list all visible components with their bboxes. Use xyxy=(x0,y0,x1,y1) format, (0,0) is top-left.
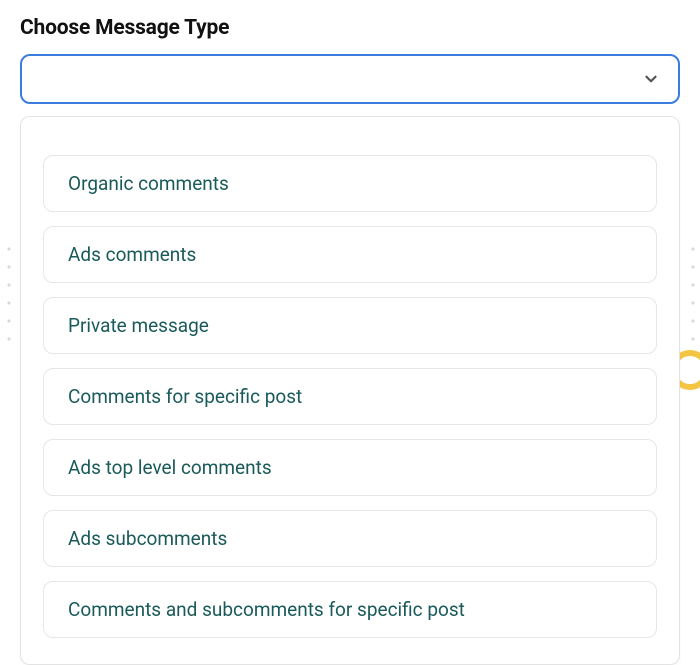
option-ads-top-level-comments[interactable]: Ads top level comments xyxy=(43,439,657,496)
option-organic-comments[interactable]: Organic comments xyxy=(43,155,657,212)
option-private-message[interactable]: Private message xyxy=(43,297,657,354)
option-label: Private message xyxy=(68,314,209,337)
message-type-select[interactable] xyxy=(20,54,680,104)
option-label: Comments and subcomments for specific po… xyxy=(68,598,465,621)
option-ads-comments[interactable]: Ads comments xyxy=(43,226,657,283)
option-label: Ads comments xyxy=(68,243,196,266)
chevron-down-icon xyxy=(642,70,660,88)
option-ads-subcomments[interactable]: Ads subcomments xyxy=(43,510,657,567)
field-label: Choose Message Type xyxy=(20,16,680,40)
option-comments-specific-post[interactable]: Comments for specific post xyxy=(43,368,657,425)
option-label: Ads top level comments xyxy=(68,456,272,479)
option-label: Ads subcomments xyxy=(68,527,227,550)
option-label: Comments for specific post xyxy=(68,385,302,408)
message-type-selector: Choose Message Type Organic comments Ads… xyxy=(0,0,700,665)
dropdown-options-panel: Organic comments Ads comments Private me… xyxy=(20,116,680,665)
option-comments-subcomments-specific-post[interactable]: Comments and subcomments for specific po… xyxy=(43,581,657,638)
option-label: Organic comments xyxy=(68,172,229,195)
